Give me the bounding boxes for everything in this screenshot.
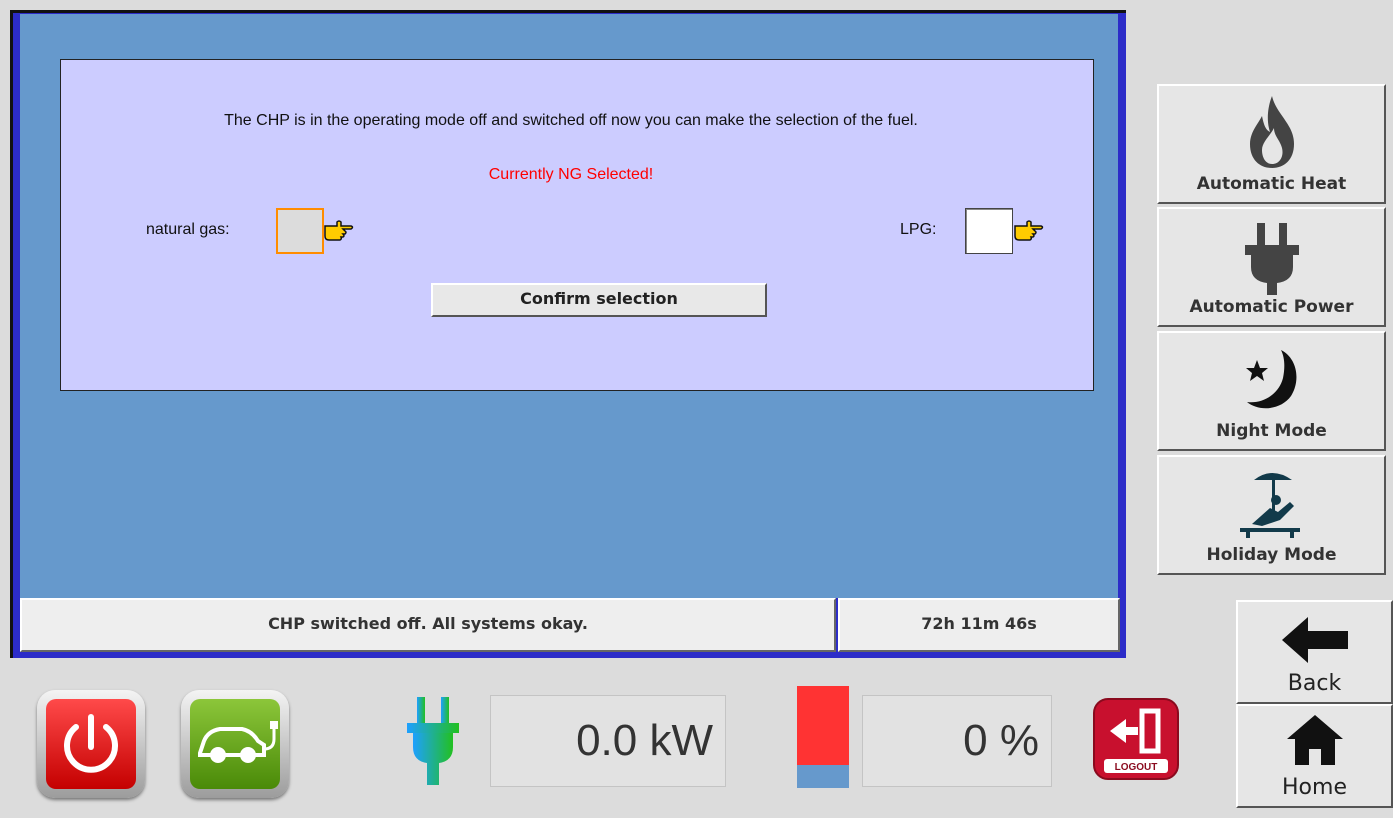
night-mode-button[interactable]: Night Mode (1157, 331, 1386, 451)
flame-icon (1249, 96, 1294, 168)
night-mode-label: Night Mode (1216, 421, 1327, 441)
storage-level-fill (797, 765, 849, 788)
logout-label: LOGOUT (1115, 762, 1158, 773)
electric-power-icon (407, 697, 459, 785)
home-label: Home (1282, 775, 1347, 800)
logout-button[interactable]: LOGOUT (1092, 697, 1180, 781)
back-button[interactable]: Back (1236, 600, 1393, 704)
lpg-checkbox[interactable] (965, 208, 1013, 254)
confirm-selection-button[interactable]: Confirm selection (431, 283, 767, 317)
automatic-power-label: Automatic Power (1189, 297, 1354, 317)
automatic-heat-label: Automatic Heat (1196, 174, 1347, 194)
moon-star-icon (1245, 350, 1296, 409)
dialog-message: The CHP is in the operating mode off and… (224, 112, 918, 129)
natural-gas-checkbox[interactable] (276, 208, 324, 254)
automatic-power-button[interactable]: Automatic Power (1157, 207, 1386, 327)
pointing-hand-icon (324, 220, 354, 241)
power-button[interactable] (37, 690, 145, 798)
current-selection-text: Currently NG Selected! (488, 166, 654, 183)
back-arrow-icon (1281, 617, 1348, 663)
storage-level-readout: 0 % (862, 695, 1052, 787)
runtime-counter: 72h 11m 46s (838, 598, 1120, 652)
beach-lounger-icon (1239, 473, 1300, 538)
pointing-hand-icon (1014, 220, 1044, 241)
power-output-readout: 0.0 kW (490, 695, 726, 787)
holiday-mode-button[interactable]: Holiday Mode (1157, 455, 1386, 575)
power-icon (64, 714, 118, 773)
home-button[interactable]: Home (1236, 704, 1393, 808)
ev-charging-button[interactable] (181, 690, 289, 798)
plug-icon (1244, 223, 1299, 295)
lpg-label: LPG: (900, 221, 937, 238)
back-label: Back (1287, 671, 1342, 696)
electric-car-icon (198, 721, 278, 763)
status-message: CHP switched off. All systems okay. (20, 598, 836, 652)
fuel-selection-dialog: The CHP is in the operating mode off and… (60, 59, 1094, 391)
holiday-mode-label: Holiday Mode (1206, 545, 1337, 565)
automatic-heat-button[interactable]: Automatic Heat (1157, 84, 1386, 204)
storage-level-bar (797, 686, 849, 788)
home-icon (1286, 715, 1343, 765)
natural-gas-label: natural gas: (146, 221, 230, 238)
